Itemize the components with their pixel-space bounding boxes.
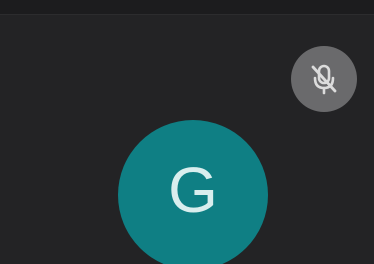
avatar: G — [118, 120, 268, 264]
microphone-muted-icon — [291, 46, 357, 112]
video-call-frame: G — [0, 0, 374, 264]
microphone-muted-glyph — [311, 64, 337, 95]
avatar-initial: G — [168, 154, 218, 226]
